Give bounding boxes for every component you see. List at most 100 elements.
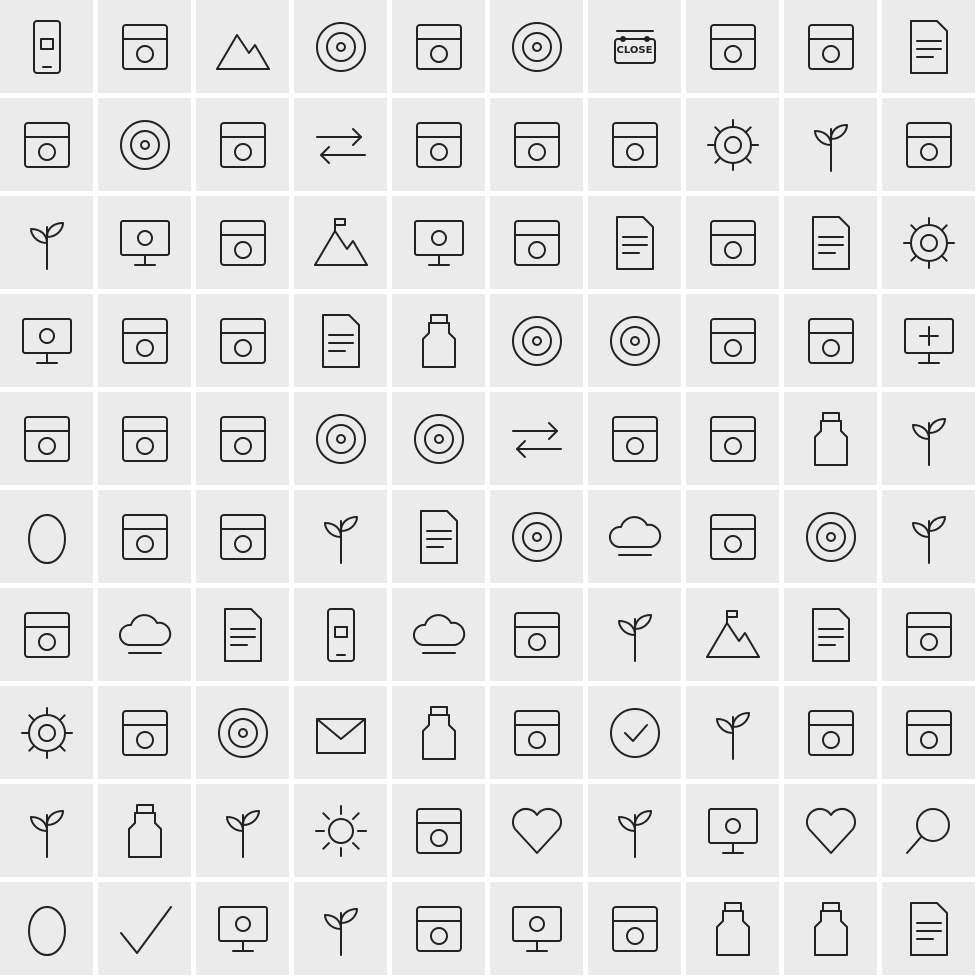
icon-cell-monitor-binary[interactable] (196, 882, 289, 975)
icon-cell-picture-frame-heart[interactable] (490, 784, 583, 877)
icon-cell-cloud-network[interactable] (588, 490, 681, 583)
icon-cell-coffee-cup[interactable] (686, 0, 779, 93)
icon-cell-hair-follicle[interactable] (196, 196, 289, 289)
icon-cell-check-circle[interactable] (588, 686, 681, 779)
icon-cell-frame-circle[interactable] (784, 490, 877, 583)
icon-cell-server-alert[interactable] (490, 196, 583, 289)
icon-cell-hands-dollar-plant[interactable] (882, 392, 975, 485)
icon-cell-calendar-leaf[interactable] (98, 392, 191, 485)
icon-cell-document-speaker[interactable] (294, 294, 387, 387)
icon-cell-person-trumpet[interactable] (686, 392, 779, 485)
icon-cell-cream-jar[interactable] (392, 294, 485, 387)
icon-cell-towels-soap[interactable] (686, 196, 779, 289)
icon-cell-gear[interactable] (686, 98, 779, 191)
icon-cell-cloud-fog[interactable] (392, 588, 485, 681)
icon-cell-zigzag-wire[interactable] (490, 392, 583, 485)
icon-cell-bathrobe[interactable] (98, 294, 191, 387)
icon-cell-juice-glass[interactable] (490, 686, 583, 779)
icon-cell-cloud-documents[interactable] (882, 0, 975, 93)
icon-cell-gear[interactable] (882, 196, 975, 289)
icon-cell-heart-leaf[interactable] (784, 784, 877, 877)
icon-cell-sun-plant[interactable] (0, 196, 93, 289)
icon-cell-monitor-cube[interactable] (98, 196, 191, 289)
icon-cell-monitor-atom[interactable] (392, 196, 485, 289)
icon-cell-speakers[interactable] (588, 392, 681, 485)
icon-cell-speaker-safe[interactable] (392, 0, 485, 93)
icon-cell-autumn-tree[interactable] (588, 588, 681, 681)
icon-cell-monitor-plus[interactable] (882, 294, 975, 387)
icon-cell-dustpan[interactable] (392, 784, 485, 877)
icon-cell-lightbulb-idea[interactable] (196, 490, 289, 583)
icon-cell-pie-chart-document[interactable] (392, 490, 485, 583)
icon-cell-coins-stack[interactable] (588, 98, 681, 191)
icon-cell-water-bottle[interactable] (784, 882, 877, 975)
icon-cell-monitor-eye-chart[interactable] (0, 294, 93, 387)
icon-cell-database-gear[interactable] (0, 686, 93, 779)
icon-cell-disk-drive[interactable] (490, 588, 583, 681)
icon-cell-chemistry-flasks[interactable] (98, 784, 191, 877)
icon-cell-cloud-printer[interactable] (98, 588, 191, 681)
icon-cell-globe-target[interactable] (196, 686, 289, 779)
icon-cell-document-chart[interactable] (784, 588, 877, 681)
icon-cell-solar-panel[interactable] (98, 0, 191, 93)
icon-cell-worker[interactable] (98, 686, 191, 779)
icon-cell-hand-lotus[interactable] (882, 490, 975, 583)
icon-cell-monitor-bezier[interactable] (686, 784, 779, 877)
icon-cell-egg[interactable] (0, 490, 93, 583)
icon-cell-crosshair[interactable] (98, 98, 191, 191)
icon-cell-crate[interactable] (196, 392, 289, 485)
icon-cell-potion-flask[interactable] (784, 392, 877, 485)
icon-cell-teacher-student[interactable] (784, 294, 877, 387)
icon-cell-wifi-phone[interactable] (196, 294, 289, 387)
icon-cell-chat-bubble[interactable] (392, 98, 485, 191)
icon-cell-target-arrow[interactable] (294, 0, 387, 93)
icon-cell-thermometer[interactable] (490, 98, 583, 191)
icon-cell-easter-egg[interactable] (0, 882, 93, 975)
icon-cell-mountain-peak[interactable] (196, 0, 289, 93)
icon-cell-network-user[interactable] (882, 98, 975, 191)
icon-cell-target-expand[interactable] (588, 294, 681, 387)
icon-cell-book-tree[interactable] (784, 196, 877, 289)
icon-cell-mountain-flag-stars[interactable] (686, 588, 779, 681)
icon-cell-flower-pot[interactable] (588, 784, 681, 877)
icon-cell-mortar-pestle[interactable] (0, 98, 93, 191)
icon-cell-code-warning-document[interactable] (196, 588, 289, 681)
icon-cell-reload-circle[interactable] (392, 392, 485, 485)
icon-cell-pencil-bowl[interactable] (0, 392, 93, 485)
icon-cell-demon-mask[interactable] (196, 98, 289, 191)
icon-cell-street-lamp[interactable] (294, 882, 387, 975)
icon-cell-justice-scale[interactable] (882, 588, 975, 681)
icon-cell-first-aid-kit[interactable] (392, 882, 485, 975)
icon-cell-sun[interactable] (294, 784, 387, 877)
icon-cell-pine-tree[interactable] (0, 784, 93, 877)
icon-cell-newspaper[interactable] (882, 882, 975, 975)
icon-cell-folder-add[interactable] (784, 0, 877, 93)
icon-cell-kitchen-hood[interactable] (0, 588, 93, 681)
icon-cell-safe[interactable] (98, 490, 191, 583)
icon-cell-mobile-profile[interactable] (294, 588, 387, 681)
icon-cell-headphones[interactable] (490, 0, 583, 93)
icon-cell-laptop-heartbeat[interactable] (490, 882, 583, 975)
icon-cell-exchange-arrows[interactable] (294, 98, 387, 191)
icon-cell-christmas-ornament[interactable] (392, 686, 485, 779)
icon-cell-hands-plant[interactable] (784, 98, 877, 191)
icon-cell-factory-city[interactable] (686, 294, 779, 387)
icon-cell-mountain-flag[interactable] (294, 196, 387, 289)
icon-cell-money-tree[interactable] (294, 490, 387, 583)
icon-cell-arch-gate[interactable] (686, 490, 779, 583)
icon-cell-mobile-lock[interactable] (0, 0, 93, 93)
icon-cell-search-magnify[interactable] (882, 784, 975, 877)
icon-cell-wheat-plants[interactable] (196, 784, 289, 877)
icon-cell-salad-bowl[interactable] (784, 686, 877, 779)
icon-cell-lightbulb[interactable] (882, 686, 975, 779)
icon-cell-flower-pattern[interactable] (490, 490, 583, 583)
icon-cell-envelope[interactable] (294, 686, 387, 779)
icon-cell-clipboard-checklist[interactable] (588, 196, 681, 289)
icon-cell-donut[interactable] (490, 294, 583, 387)
icon-cell-globe[interactable] (294, 392, 387, 485)
icon-cell-close-sign[interactable]: CLOSE (588, 0, 681, 93)
icon-cell-tree-stumps[interactable] (686, 686, 779, 779)
icon-cell-flip-flops[interactable] (588, 882, 681, 975)
icon-cell-candle-steam[interactable] (686, 882, 779, 975)
icon-cell-checkmark[interactable] (98, 882, 191, 975)
